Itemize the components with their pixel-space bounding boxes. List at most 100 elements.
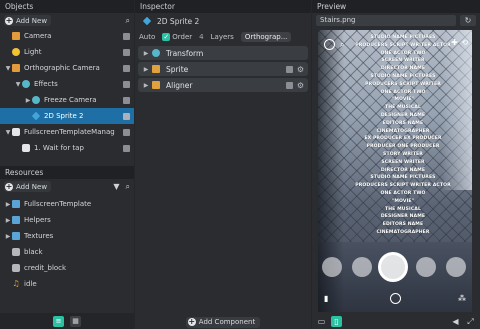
credit-line: PRODUCERS SCRIPT WRITER ACTOR bbox=[355, 42, 451, 48]
resources-toolbar: + Add New ▼ ⌕ bbox=[0, 179, 134, 194]
component-sprite[interactable]: ▶ Sprite ⚙ bbox=[138, 62, 308, 76]
add-resource-button[interactable]: + Add New bbox=[4, 181, 52, 192]
expand-icon[interactable]: ⤢ bbox=[465, 316, 476, 327]
lens-carousel bbox=[318, 252, 472, 282]
chat-icon: ▮ bbox=[324, 294, 329, 303]
objects-tree: Camera Light ▼ Orthographic Camera ▼ Eff… bbox=[0, 28, 134, 160]
enable-checkbox[interactable] bbox=[123, 64, 130, 72]
folder-icon bbox=[12, 216, 20, 224]
search-icon[interactable]: ⌕ bbox=[126, 16, 130, 26]
credit-line: STUDIO NAME PICTURES bbox=[370, 35, 436, 40]
inspector-bottom-bar: + Add Component bbox=[135, 315, 311, 329]
enable-checkbox[interactable] bbox=[123, 96, 130, 104]
resources-list: ▶ FullscreenTemplate ▶ Helpers ▶ Texture… bbox=[0, 196, 134, 292]
add-object-label: Add New bbox=[16, 16, 48, 25]
gear-icon[interactable]: ⚙ bbox=[297, 81, 304, 90]
resource-item-black[interactable]: black bbox=[0, 244, 134, 260]
tree-item-camera[interactable]: Camera bbox=[0, 28, 134, 44]
preview-bottom-bar: ▭ ▯ ◀ ⤢ bbox=[312, 313, 480, 329]
tree-item-wait-for-tap[interactable]: 1. Wait for tap bbox=[0, 140, 134, 156]
credit-line: EDITORS NAME bbox=[382, 222, 424, 228]
filter-icon[interactable]: ▼ bbox=[113, 182, 119, 192]
enable-checkbox[interactable] bbox=[285, 81, 293, 89]
capture-button-icon bbox=[378, 252, 408, 282]
phone-bottom-icons: ▮ ⁂ bbox=[318, 292, 472, 304]
light-icon bbox=[12, 48, 20, 56]
lens-button bbox=[416, 257, 436, 277]
device-icon[interactable]: ▭ bbox=[316, 316, 327, 327]
resource-item-textures[interactable]: ▶ Textures bbox=[0, 228, 134, 244]
plus-icon: + bbox=[187, 317, 196, 326]
component-transform[interactable]: ▶ Transform bbox=[138, 46, 308, 60]
freeze-camera-icon bbox=[32, 96, 40, 104]
tree-item-light[interactable]: Light bbox=[0, 44, 134, 60]
tree-item-effects[interactable]: ▼ Effects bbox=[0, 76, 134, 92]
memories-icon bbox=[390, 293, 401, 304]
collapse-arrow-icon[interactable]: ▶ bbox=[4, 201, 12, 208]
collapse-arrow-icon[interactable]: ▶ bbox=[142, 50, 150, 57]
inspector-tabs: Auto ✓ Order 4 Layers Orthograp... bbox=[135, 29, 311, 44]
tree-item-orthographic-camera[interactable]: ▼ Orthographic Camera bbox=[0, 60, 134, 76]
texture-icon bbox=[12, 248, 20, 256]
add-object-button[interactable]: + Add New bbox=[4, 15, 52, 26]
credit-line: THE MUSICAL bbox=[385, 105, 421, 111]
folder-icon bbox=[12, 200, 20, 208]
expand-arrow-icon[interactable]: ▼ bbox=[4, 65, 12, 72]
checkmark-icon[interactable]: ✓ bbox=[162, 32, 171, 41]
inspector-object-name[interactable]: 2D Sprite 2 bbox=[157, 17, 199, 26]
credit-line: DIRECTOR NAME bbox=[380, 66, 426, 72]
order-value[interactable]: 4 bbox=[199, 33, 203, 41]
preview-toolbar: Stairs.png ↻ bbox=[312, 13, 480, 28]
tab-order[interactable]: ✓ Order bbox=[162, 32, 192, 41]
objects-toolbar: + Add New ⌕ bbox=[0, 13, 134, 28]
credits-text: STUDIO NAME PICTURES PRODUCERS SCRIPT WRI… bbox=[348, 34, 458, 237]
credit-line: PRODUCER ONE PRODUCER bbox=[366, 144, 440, 150]
collapse-arrow-icon[interactable]: ▶ bbox=[24, 97, 32, 104]
gear-icon[interactable]: ⚙ bbox=[297, 65, 304, 74]
resource-item-helpers[interactable]: ▶ Helpers bbox=[0, 212, 134, 228]
add-component-label: Add Component bbox=[198, 318, 256, 326]
resource-item-credit-block[interactable]: credit_block bbox=[0, 260, 134, 276]
tree-item-freeze-camera[interactable]: ▶ Freeze Camera bbox=[0, 92, 134, 108]
preview-panel: Preview Stairs.png ↻ ⌕ ✚ ⟲ STUDIO NAME P… bbox=[312, 0, 480, 329]
tree-item-fullscreen-template-manager[interactable]: ▼ FullscreenTemplateManag bbox=[0, 124, 134, 140]
enable-checkbox[interactable] bbox=[123, 80, 130, 88]
list-view-button[interactable]: ≡ bbox=[53, 315, 64, 327]
sprite-icon bbox=[142, 16, 152, 26]
grid-view-button[interactable]: ▦ bbox=[70, 315, 81, 327]
plus-icon: + bbox=[5, 15, 13, 25]
enable-checkbox[interactable] bbox=[123, 48, 130, 56]
speaker-icon[interactable]: ◀ bbox=[450, 316, 461, 327]
credit-line: STUDIO NAME PICTURES bbox=[370, 73, 436, 79]
enable-checkbox[interactable] bbox=[285, 65, 293, 73]
tab-auto[interactable]: Auto bbox=[139, 33, 155, 41]
tree-item-2d-sprite-2[interactable]: 2D Sprite 2 bbox=[0, 108, 134, 124]
component-aligner[interactable]: ▶ Aligner ⚙ bbox=[138, 78, 308, 92]
tab-layers[interactable]: Layers bbox=[211, 33, 234, 41]
expand-arrow-icon[interactable]: ▼ bbox=[14, 81, 22, 88]
enable-checkbox[interactable] bbox=[123, 112, 130, 120]
texture-icon bbox=[12, 264, 20, 272]
template-manager-icon bbox=[12, 128, 20, 136]
enable-checkbox[interactable] bbox=[123, 128, 130, 136]
enable-checkbox[interactable] bbox=[123, 144, 130, 152]
behavior-icon bbox=[22, 144, 30, 152]
expand-arrow-icon[interactable]: ▼ bbox=[4, 129, 12, 136]
preview-file-field[interactable]: Stairs.png bbox=[316, 15, 456, 26]
preview-viewport[interactable]: ⌕ ✚ ⟲ STUDIO NAME PICTURES PRODUCERS SCRI… bbox=[318, 30, 472, 312]
resources-title: Resources bbox=[0, 166, 134, 179]
collapse-arrow-icon[interactable]: ▶ bbox=[4, 217, 12, 224]
enable-checkbox[interactable] bbox=[123, 32, 130, 40]
reset-preview-button[interactable]: ↻ bbox=[460, 15, 476, 26]
collapse-arrow-icon[interactable]: ▶ bbox=[4, 233, 12, 240]
credit-line: SCREEN WRITER bbox=[381, 58, 425, 64]
collapse-arrow-icon[interactable]: ▶ bbox=[142, 82, 150, 89]
resource-item-fullscreentemplate[interactable]: ▶ FullscreenTemplate bbox=[0, 196, 134, 212]
add-component-button[interactable]: + Add Component bbox=[185, 316, 261, 328]
phone-flip-camera-icon: ⟲ bbox=[461, 38, 468, 47]
search-icon[interactable]: ⌕ bbox=[126, 182, 130, 192]
resource-item-idle[interactable]: ♫ idle bbox=[0, 276, 134, 292]
tab-orthographic[interactable]: Orthograp... bbox=[240, 31, 292, 42]
collapse-arrow-icon[interactable]: ▶ bbox=[142, 66, 150, 73]
phone-preview-icon[interactable]: ▯ bbox=[331, 315, 342, 327]
